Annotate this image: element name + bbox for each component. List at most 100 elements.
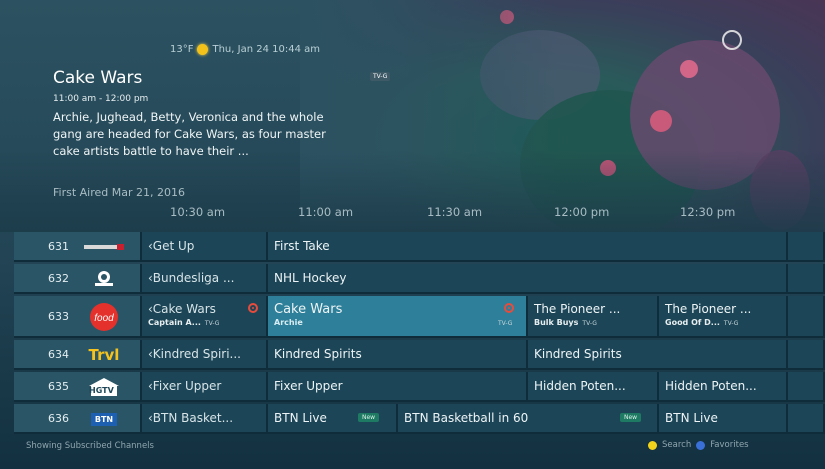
- time-slot: 11:00 am: [298, 205, 354, 219]
- program-cell-title: ‹Bundesliga ...: [148, 271, 235, 285]
- program-cell-empty[interactable]: [788, 296, 825, 338]
- program-cell[interactable]: The Pioneer ... Good Of D... TV-G: [659, 296, 788, 338]
- espn2-logo-icon: [80, 236, 128, 258]
- program-cell-title: First Take: [274, 239, 330, 253]
- channel-number: 633: [48, 310, 69, 323]
- footer-shortcuts: Search Favorites: [648, 440, 749, 450]
- program-cell[interactable]: BTN Basketball in 60 New: [398, 404, 659, 434]
- svg-text:food: food: [94, 313, 114, 324]
- program-cell[interactable]: ‹Fixer Upper: [142, 372, 268, 402]
- new-badge: New: [358, 413, 380, 422]
- program-cell-title: Kindred Spirits: [534, 347, 622, 361]
- channel-number: 635: [48, 380, 69, 393]
- channel-row: 636 BTN ‹BTN Basket... BTN Live New BTN …: [14, 404, 825, 434]
- program-cell[interactable]: ‹Get Up: [142, 232, 268, 262]
- program-cell[interactable]: Hidden Poten...: [528, 372, 659, 402]
- first-aired: First Aired Mar 21, 2016: [53, 186, 185, 199]
- program-cell-rating: TV-G: [498, 320, 513, 327]
- channel-row: 633 food ‹Cake Wars Captain A... TV-G Cak…: [14, 296, 825, 338]
- record-icon: [248, 303, 258, 313]
- program-cell[interactable]: ‹BTN Basket...: [142, 404, 268, 434]
- program-episode: Archie: [274, 318, 303, 327]
- program-cell[interactable]: Kindred Spirits: [268, 340, 528, 370]
- program-cell-title: ‹Get Up: [148, 239, 195, 253]
- program-cell-empty[interactable]: [788, 340, 825, 370]
- program-cell-selected[interactable]: Cake Wars Archie TV-G: [268, 296, 528, 338]
- program-cell[interactable]: First Take: [268, 232, 788, 262]
- program-grid: 631 ‹Get Up First Take 632 ‹Bundesliga .…: [14, 232, 825, 438]
- program-title: Cake Wars: [53, 68, 143, 88]
- channel-number: 631: [48, 240, 69, 253]
- program-cell[interactable]: The Pioneer ... Bulk Buys TV-G: [528, 296, 659, 338]
- blue-button-icon: [696, 440, 706, 450]
- program-cell-title: ‹Kindred Spiri...: [148, 347, 241, 361]
- record-icon: [504, 303, 514, 313]
- program-cell-rating: TV-G: [582, 320, 597, 327]
- program-cell-title: BTN Live: [274, 411, 327, 425]
- program-cell[interactable]: ‹Kindred Spiri...: [142, 340, 268, 370]
- channel-number: 632: [48, 272, 69, 285]
- new-badge: New: [620, 413, 642, 422]
- time-slot: 12:30 pm: [680, 205, 736, 219]
- channel-cell[interactable]: 634 Trvl: [14, 340, 142, 370]
- status-bar: 13°F Thu, Jan 24 10:44 am: [170, 44, 320, 55]
- temperature: 13°F: [170, 44, 194, 55]
- program-episode: Bulk Buys TV-G: [534, 318, 597, 327]
- date-time: Thu, Jan 24 10:44 am: [212, 44, 320, 55]
- nbc-peacock-logo-icon: [80, 268, 128, 290]
- channel-row: 632 ‹Bundesliga ... NHL Hockey: [14, 264, 825, 294]
- program-cell-empty[interactable]: [788, 404, 825, 434]
- preview-shape: [650, 110, 672, 132]
- program-cell[interactable]: ‹Bundesliga ...: [142, 264, 268, 294]
- program-time: 11:00 am - 12:00 pm: [53, 94, 149, 104]
- program-cell-title: Fixer Upper: [274, 379, 343, 393]
- yellow-button-icon: [648, 440, 657, 450]
- preview-shape: [680, 60, 698, 78]
- channel-row: 635 HGTV ‹Fixer Upper Fixer Upper Hidden…: [14, 372, 825, 402]
- program-cell[interactable]: Kindred Spirits: [528, 340, 788, 370]
- program-cell-rating: TV-G: [204, 320, 220, 327]
- travel-channel-logo-icon: Trvl: [88, 346, 120, 364]
- program-cell[interactable]: ‹Cake Wars Captain A... TV-G: [142, 296, 268, 338]
- program-description: Archie, Jughead, Betty, Veronica and the…: [53, 110, 326, 158]
- program-cell-empty[interactable]: [788, 372, 825, 402]
- program-cell[interactable]: BTN Live New: [268, 404, 398, 434]
- search-shortcut[interactable]: Search: [662, 440, 691, 450]
- program-cell-title: NHL Hockey: [274, 271, 347, 285]
- channel-number: 636: [48, 412, 69, 425]
- program-cell-title: The Pioneer ...: [665, 302, 752, 316]
- sun-icon: [197, 44, 209, 55]
- program-cell-empty[interactable]: [788, 232, 825, 262]
- program-cell-title: BTN Basketball in 60: [404, 411, 529, 425]
- program-cell-title: ‹Fixer Upper: [148, 379, 222, 393]
- program-episode: Captain A... TV-G: [148, 318, 220, 327]
- program-cell[interactable]: Fixer Upper: [268, 372, 528, 402]
- program-cell-title: ‹Cake Wars: [148, 302, 216, 316]
- program-cell[interactable]: BTN Live: [659, 404, 788, 434]
- channel-cell[interactable]: 636 BTN: [14, 404, 142, 434]
- food-network-logo-icon: food: [80, 302, 128, 332]
- program-cell[interactable]: Hidden Poten...: [659, 372, 788, 402]
- channel-cell[interactable]: 633 food: [14, 296, 142, 338]
- channel-row: 631 ‹Get Up First Take: [14, 232, 825, 262]
- channel-cell[interactable]: 635 HGTV: [14, 372, 142, 402]
- channel-row: 634 Trvl ‹Kindred Spiri... Kindred Spiri…: [14, 340, 825, 370]
- btn-logo-icon: BTN: [80, 408, 128, 430]
- program-cell-title: The Pioneer ...: [534, 302, 621, 316]
- time-slot: 12:00 pm: [554, 205, 610, 219]
- btn-logo-text: BTN: [90, 412, 118, 426]
- footer-filter-status: Showing Subscribed Channels: [26, 441, 154, 451]
- favorites-shortcut[interactable]: Favorites: [710, 440, 748, 450]
- hgtv-logo-text: HGTV: [89, 386, 114, 395]
- program-cell-title: Hidden Poten...: [534, 379, 626, 393]
- program-cell-title: ‹BTN Basket...: [148, 411, 234, 425]
- program-rating: TV-G: [370, 72, 391, 81]
- channel-cell[interactable]: 632: [14, 264, 142, 294]
- channel-cell[interactable]: 631: [14, 232, 142, 262]
- network-watermark-icon: [722, 30, 742, 50]
- program-cell-empty[interactable]: [788, 264, 825, 294]
- program-cell-title: Kindred Spirits: [274, 347, 362, 361]
- program-cell-title: Cake Wars: [274, 302, 343, 317]
- program-cell[interactable]: NHL Hockey: [268, 264, 788, 294]
- program-cell-title: BTN Live: [665, 411, 718, 425]
